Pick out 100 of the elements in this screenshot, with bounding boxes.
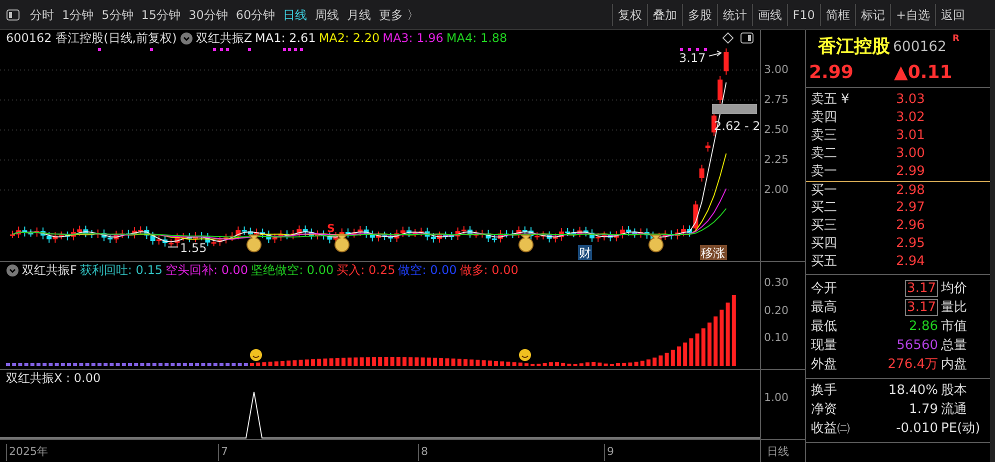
period-tab[interactable]: 周线: [311, 6, 344, 24]
toolbar-button[interactable]: 返回: [935, 4, 970, 26]
stat-label: 净资: [811, 401, 838, 419]
toolbar-button[interactable]: 多股: [682, 4, 717, 26]
ma-legend: MA2: 2.20: [318, 30, 380, 46]
stat-label: 最高: [811, 299, 838, 317]
signal-marker: S: [327, 222, 335, 235]
axis-label: 0.20: [764, 305, 788, 317]
leader-line: [708, 50, 722, 56]
stat-value: 276.4万: [888, 357, 938, 372]
axis-label: 2.50: [764, 124, 788, 136]
stat-label: 今开: [811, 280, 838, 298]
order-price: 2.94: [896, 253, 925, 271]
order-level: 买三: [811, 217, 838, 235]
money-bag-icon: [518, 234, 534, 252]
stat-value: -0.010: [896, 421, 938, 436]
stat-label: 股本: [941, 382, 967, 400]
price-label: 1.55: [180, 241, 207, 255]
axis-label: 0.30: [764, 277, 788, 289]
diamond-icon: [722, 32, 734, 44]
stat-label: 流通: [941, 401, 967, 419]
period-tab[interactable]: 日线: [279, 6, 312, 24]
period-label: 日线: [760, 440, 789, 462]
indicator-name: 双红共振F: [22, 262, 77, 278]
axis-label: 3.00: [764, 64, 788, 76]
stat-value: 2.86: [909, 319, 938, 334]
axis-label: 1.00: [764, 392, 788, 404]
axis-label: 0.10: [764, 332, 788, 344]
indicator-legend: 坚绝做空: 0.00: [251, 262, 334, 278]
stat-value: 18.40%: [888, 383, 938, 398]
stat-value: 56560: [896, 338, 938, 353]
order-price: 3.01: [896, 127, 925, 145]
period-tab[interactable]: 分时: [26, 6, 58, 24]
toolbar-button[interactable]: 复权: [612, 4, 647, 26]
axis-label: 2.75: [764, 94, 788, 106]
chart-title: 600162 香江控股(日线,前复权): [6, 30, 177, 46]
order-price: 3.03: [896, 91, 925, 109]
toolbar-button[interactable]: 画线: [752, 4, 787, 26]
toolbar-button[interactable]: 标记: [854, 4, 890, 26]
chevron-icon: [180, 32, 193, 44]
toolbar-button[interactable]: 简框: [820, 4, 855, 26]
period-tab[interactable]: 30分钟: [184, 6, 232, 24]
period-tab[interactable]: 60分钟: [232, 6, 280, 24]
panel-toggle-icon[interactable]: [6, 8, 20, 20]
order-price: 2.98: [896, 182, 925, 199]
money-bag-icon: [334, 234, 350, 252]
panel-toggle-icon: [740, 32, 754, 44]
stat-label: 市值: [941, 318, 967, 336]
order-level: 卖五: [811, 91, 838, 109]
order-level: 卖四: [811, 109, 838, 127]
indicator-legend: 获利回吐: 0.15: [80, 262, 162, 278]
order-level: 买二: [811, 199, 838, 217]
smiley-icon: [519, 349, 531, 361]
axis-label: 2.25: [764, 154, 788, 166]
period-tab[interactable]: 月线: [343, 6, 376, 24]
current-price: 2.99: [809, 61, 854, 85]
stat-label: 均价: [941, 280, 967, 298]
smiley-icon: [250, 349, 262, 361]
order-level: 卖一: [811, 163, 838, 181]
date-label: 2025年: [6, 444, 48, 460]
order-price: 2.97: [896, 199, 925, 217]
indicator-legend: 买入: 0.25: [336, 262, 396, 278]
period-tab[interactable]: 1分钟: [58, 6, 98, 24]
event-tag: 财: [578, 245, 592, 260]
period-tab[interactable]: 5分钟: [98, 6, 138, 24]
ma-legend: MA4: 1.88: [446, 30, 508, 46]
date-label: 8: [418, 444, 428, 460]
order-price: 2.99: [896, 163, 925, 181]
toolbar-button[interactable]: +自选: [890, 4, 935, 26]
chevron-icon: [6, 264, 19, 276]
trend-tag: 移涨: [700, 245, 727, 260]
money-bag-icon: [246, 234, 262, 252]
ma-legend: MA1: 2.61: [255, 30, 316, 46]
order-level: 买四: [811, 235, 838, 253]
order-price: 2.96: [896, 217, 925, 235]
order-level: 卖三: [811, 127, 838, 145]
ma-legend: MA3: 1.96: [382, 30, 444, 46]
stat-value: 3.17: [905, 280, 938, 297]
toolbar-button[interactable]: 统计: [716, 4, 752, 26]
indicator-legend: 做空: 0.00: [398, 262, 457, 278]
leader-line: [168, 246, 178, 248]
toolbar-button[interactable]: 叠加: [646, 4, 682, 26]
rights-label: R: [952, 33, 960, 46]
indicator-legend: 空头回补: 0.00: [165, 262, 248, 278]
stat-value: 3.17: [905, 299, 938, 316]
toolbar-button[interactable]: F10: [786, 4, 820, 26]
stock-name: 香江控股: [818, 36, 890, 58]
order-price: 3.02: [896, 109, 925, 127]
stat-label: 最低: [811, 318, 838, 336]
indicator-name: 双红共振X : 0.00: [6, 370, 101, 386]
indicator-legend: 做多: 0.00: [460, 262, 518, 278]
indicator-name: 双红共振Z: [196, 30, 252, 46]
period-tab[interactable]: 更多 〉: [375, 6, 423, 24]
date-label: 7: [218, 444, 228, 460]
period-tab[interactable]: 15分钟: [137, 6, 185, 24]
axis-label: 2.00: [764, 184, 788, 196]
order-price: 2.95: [896, 235, 925, 253]
stat-label: PE(动): [941, 420, 980, 438]
price-marker-bar: [712, 104, 757, 114]
order-price: 3.00: [896, 145, 925, 163]
